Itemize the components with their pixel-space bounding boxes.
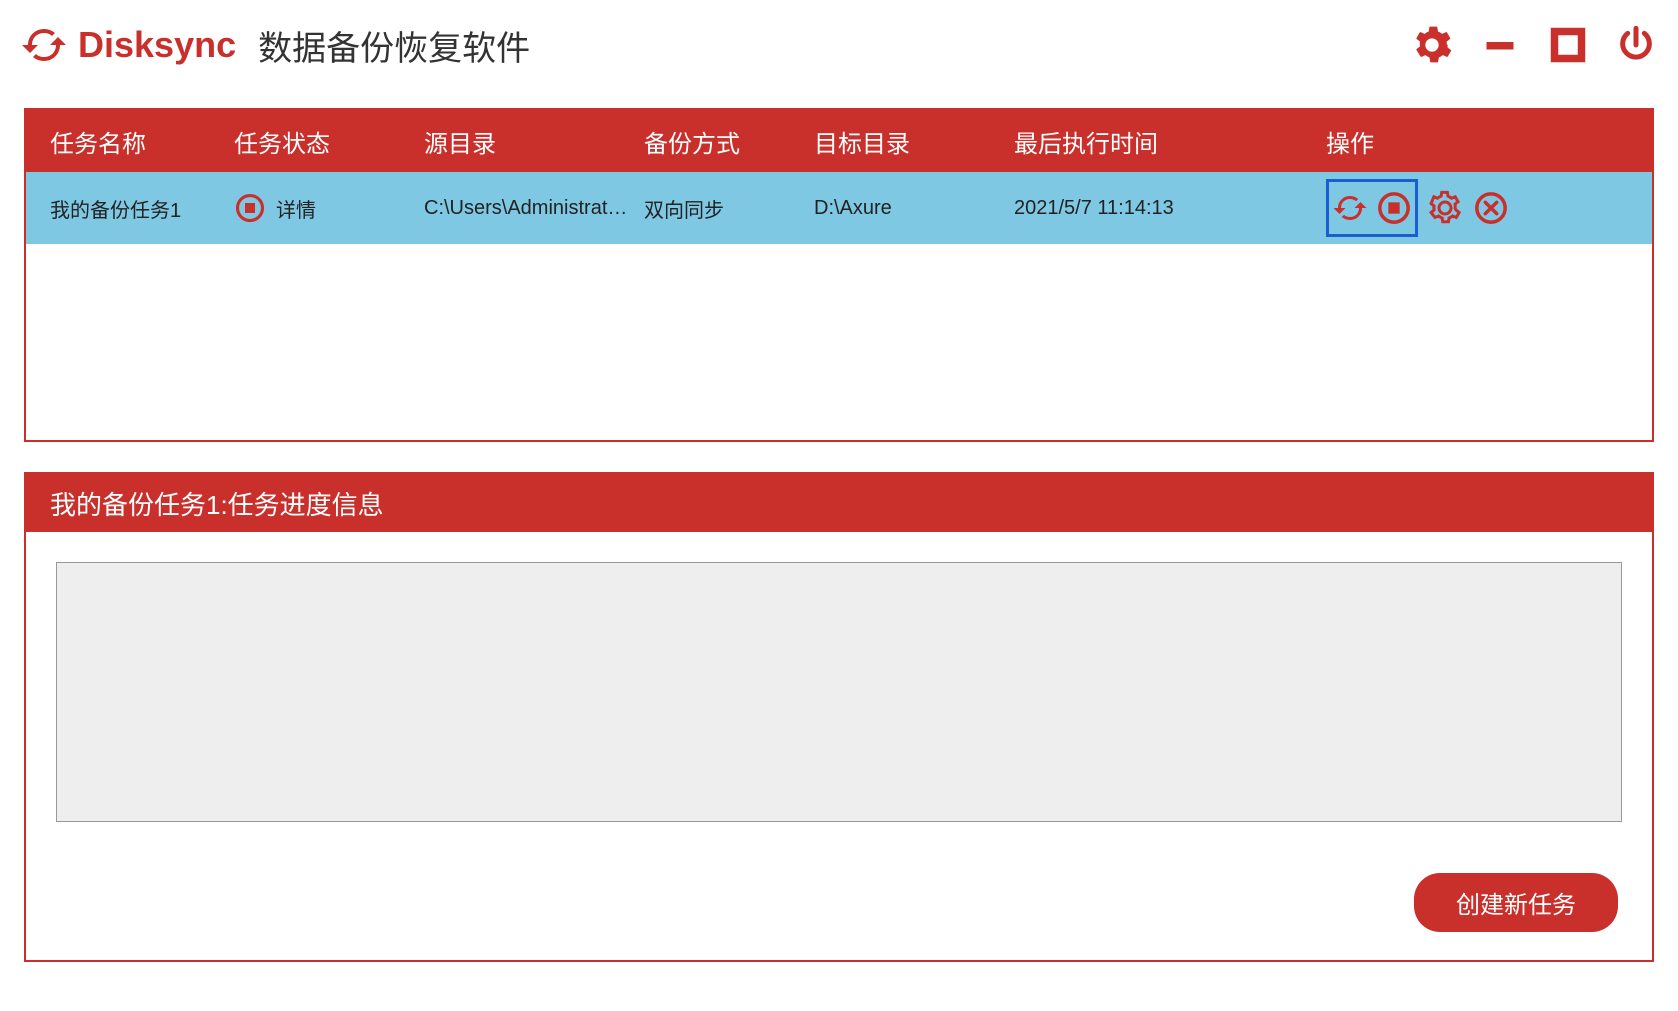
maximize-icon <box>1550 27 1586 63</box>
progress-title: 我的备份任务1:任务进度信息 <box>26 474 1652 532</box>
header-time: 最后执行时间 <box>1006 124 1306 159</box>
row-time: 2021/5/7 11:14:13 <box>1006 197 1306 220</box>
titlebar: Disksync 数据备份恢复软件 <box>0 0 1678 90</box>
task-list-panel: 任务名称 任务状态 源目录 备份方式 目标目录 最后执行时间 操作 我的备份任务… <box>24 108 1654 442</box>
status-label[interactable]: 详情 <box>276 194 316 223</box>
header-actions: 操作 <box>1306 124 1652 159</box>
window-controls <box>1410 23 1658 67</box>
minimize-icon <box>1482 27 1518 63</box>
task-row[interactable]: 我的备份任务1 详情 C:\Users\Administrato... 双向同步… <box>26 172 1652 244</box>
sync-logo-icon <box>20 21 68 69</box>
row-task-name: 我的备份任务1 <box>26 194 226 223</box>
action-sync-button[interactable] <box>1331 189 1369 227</box>
titlebar-left: Disksync 数据备份恢复软件 <box>20 21 530 70</box>
create-task-button[interactable]: 创建新任务 <box>1414 873 1618 932</box>
row-target: D:\Axure <box>806 197 1006 220</box>
action-stop-button[interactable] <box>1375 189 1413 227</box>
action-settings-button[interactable] <box>1426 189 1464 227</box>
close-circle-icon <box>1474 191 1508 225</box>
power-icon <box>1616 25 1656 65</box>
settings-button[interactable] <box>1410 23 1454 67</box>
row-task-status: 详情 <box>226 192 416 224</box>
header-status: 任务状态 <box>226 124 416 159</box>
row-actions <box>1306 179 1652 237</box>
app-subtitle: 数据备份恢复软件 <box>258 21 530 70</box>
highlighted-actions <box>1326 179 1418 237</box>
app-name: Disksync <box>78 24 236 66</box>
row-mode: 双向同步 <box>636 194 806 223</box>
refresh-icon <box>1332 190 1368 226</box>
close-button[interactable] <box>1614 23 1658 67</box>
action-delete-button[interactable] <box>1472 189 1510 227</box>
header-mode: 备份方式 <box>636 124 806 159</box>
progress-log-area[interactable] <box>56 562 1622 822</box>
progress-body <box>26 532 1652 960</box>
minimize-button[interactable] <box>1478 23 1522 67</box>
header-name: 任务名称 <box>26 124 226 159</box>
gear-icon <box>1427 190 1463 226</box>
row-source: C:\Users\Administrato... <box>416 197 636 220</box>
task-table-header: 任务名称 任务状态 源目录 备份方式 目标目录 最后执行时间 操作 <box>26 110 1652 172</box>
status-stop-icon[interactable] <box>234 192 266 224</box>
stop-icon <box>1377 191 1411 225</box>
gear-icon <box>1412 25 1452 65</box>
header-source: 源目录 <box>416 124 636 159</box>
maximize-button[interactable] <box>1546 23 1590 67</box>
content-area: 任务名称 任务状态 源目录 备份方式 目标目录 最后执行时间 操作 我的备份任务… <box>0 108 1678 962</box>
header-target: 目标目录 <box>806 124 1006 159</box>
progress-panel: 我的备份任务1:任务进度信息 创建新任务 <box>24 472 1654 962</box>
